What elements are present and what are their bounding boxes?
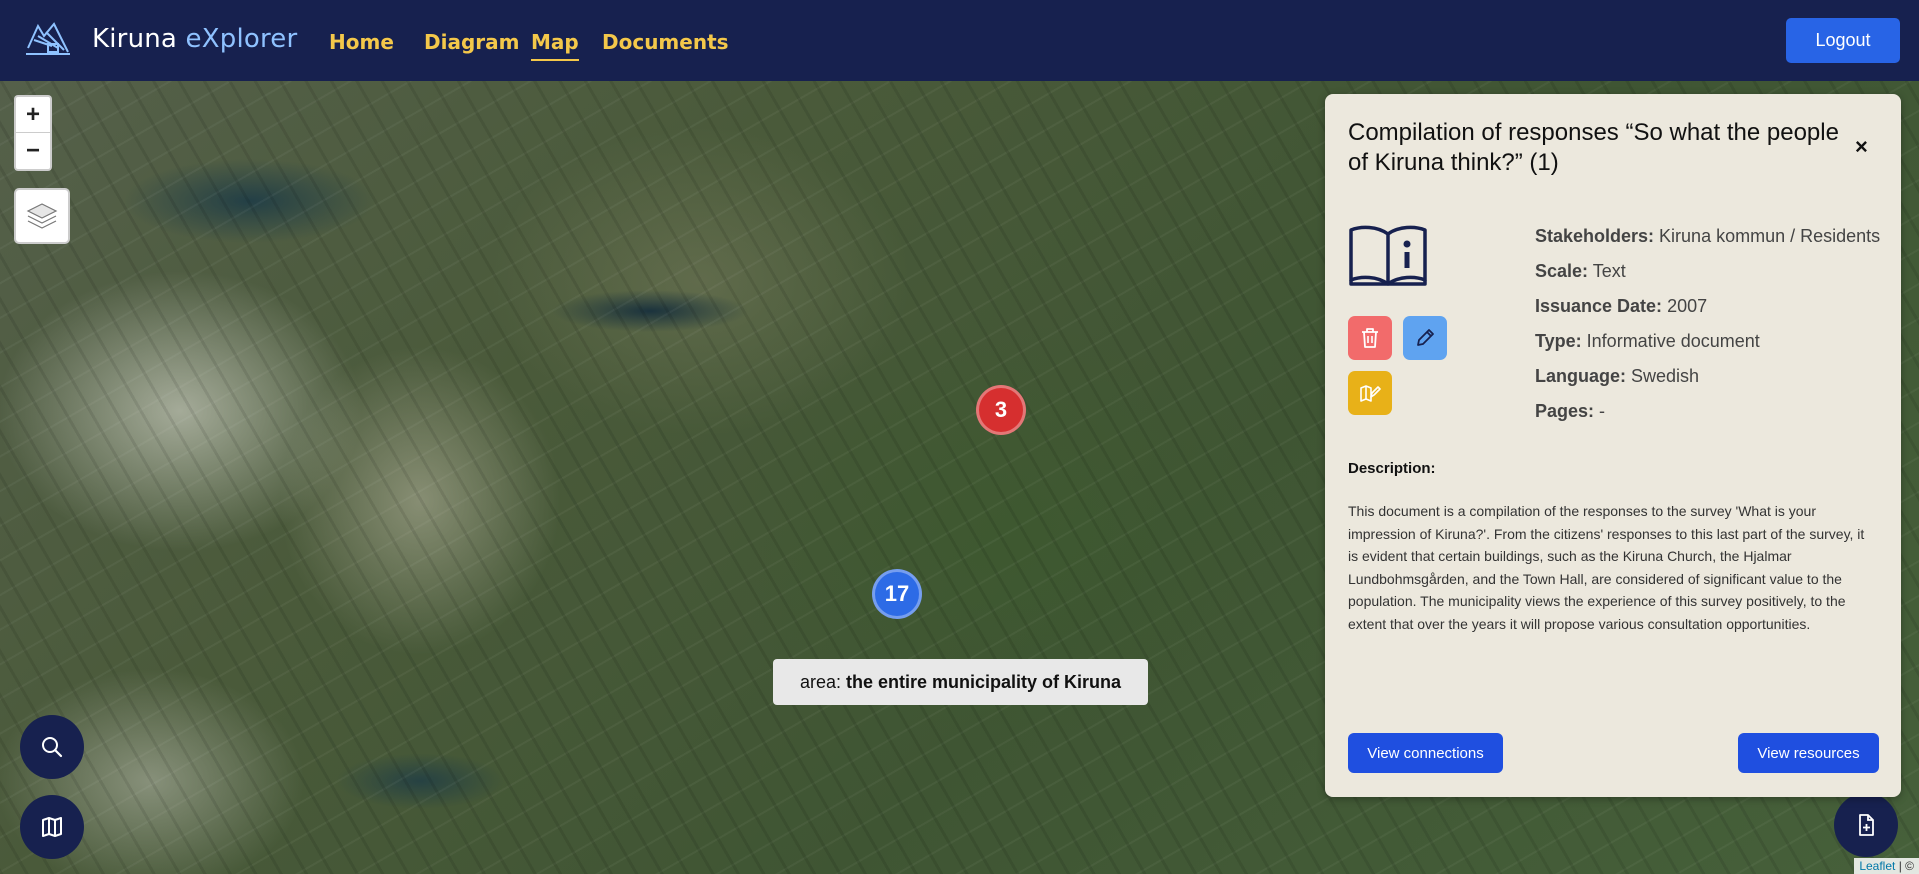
nav-home[interactable]: Home [329, 30, 394, 54]
area-tooltip-value: the entire municipality of Kiruna [845, 671, 1122, 692]
logout-button[interactable]: Logout [1786, 18, 1900, 63]
leaflet-link[interactable]: Leaflet [1859, 859, 1895, 873]
add-document-button[interactable] [1834, 793, 1898, 857]
meta-value: - [1594, 401, 1606, 421]
map-edit-icon [1360, 385, 1381, 402]
meta-value: Kiruna kommun / Residents [1654, 226, 1881, 246]
map-icon [42, 817, 62, 837]
meta-value: 2007 [1662, 296, 1708, 316]
meta-value: Text [1588, 261, 1626, 281]
search-icon [42, 737, 63, 758]
edit-document-button[interactable] [1403, 316, 1447, 360]
kiruna-logo-icon[interactable] [24, 18, 72, 58]
meta-language: Language: Swedish [1535, 366, 1880, 401]
zoom-out-button[interactable]: − [16, 133, 50, 169]
map-attribution: Leaflet | © [1854, 858, 1919, 874]
layers-button[interactable] [14, 188, 70, 244]
area-tooltip-prefix: area: [799, 671, 841, 692]
trash-icon [1362, 328, 1378, 348]
description-heading: Description: [1348, 460, 1436, 477]
view-connections-button[interactable]: View connections [1348, 733, 1503, 773]
document-metadata: Stakeholders: Kiruna kommun / Residents … [1535, 226, 1880, 436]
brand-title[interactable]: Kiruna eXplorer [92, 24, 297, 54]
meta-label: Pages: [1535, 401, 1595, 421]
marker-cluster[interactable]: 3 [976, 385, 1026, 435]
zoom-in-button[interactable]: + [16, 97, 50, 133]
attribution-text: | © [1895, 859, 1914, 873]
meta-value: Informative document [1581, 331, 1760, 351]
document-title: Compilation of responses “So what the pe… [1348, 119, 1839, 176]
meta-label: Scale: [1535, 261, 1589, 281]
nav-diagram[interactable]: Diagram [424, 30, 519, 54]
document-detail-panel: Compilation of responses “So what the pe… [1325, 94, 1901, 797]
meta-pages: Pages: - [1535, 401, 1880, 436]
area-tooltip: area: the entire municipality of Kiruna [773, 659, 1148, 705]
meta-scale: Scale: Text [1535, 261, 1880, 296]
meta-label: Type: [1535, 331, 1582, 351]
marker-cluster[interactable]: 17 [872, 569, 922, 619]
meta-type: Type: Informative document [1535, 331, 1880, 366]
brand-main-text: Kiruna [92, 24, 186, 54]
pencil-icon [1417, 329, 1434, 346]
meta-label: Stakeholders: [1535, 226, 1655, 246]
meta-issuance-date: Issuance Date: 2007 [1535, 296, 1880, 331]
search-button[interactable] [20, 715, 84, 779]
brand-highlight-text: eXplorer [185, 24, 298, 54]
nav-documents[interactable]: Documents [602, 30, 729, 54]
meta-label: Issuance Date: [1535, 296, 1663, 316]
zoom-control: + − [14, 95, 52, 171]
delete-document-button[interactable] [1348, 316, 1392, 360]
meta-value: Swedish [1626, 366, 1700, 386]
informative-document-icon [1349, 225, 1427, 286]
close-panel-button[interactable]: × [1855, 134, 1868, 160]
meta-label: Language: [1535, 366, 1627, 386]
description-text: This document is a compilation of the re… [1348, 503, 1865, 632]
layers-icon [26, 203, 58, 229]
add-document-icon [1859, 814, 1874, 836]
nav-map[interactable]: Map [531, 30, 579, 61]
meta-stakeholders: Stakeholders: Kiruna kommun / Residents [1535, 226, 1880, 261]
view-resources-button[interactable]: View resources [1738, 733, 1879, 773]
edit-georeference-button[interactable] [1348, 371, 1392, 415]
navbar: Kiruna eXplorer Home Diagram Map Documen… [0, 0, 1919, 81]
map-view-button[interactable] [20, 795, 84, 859]
